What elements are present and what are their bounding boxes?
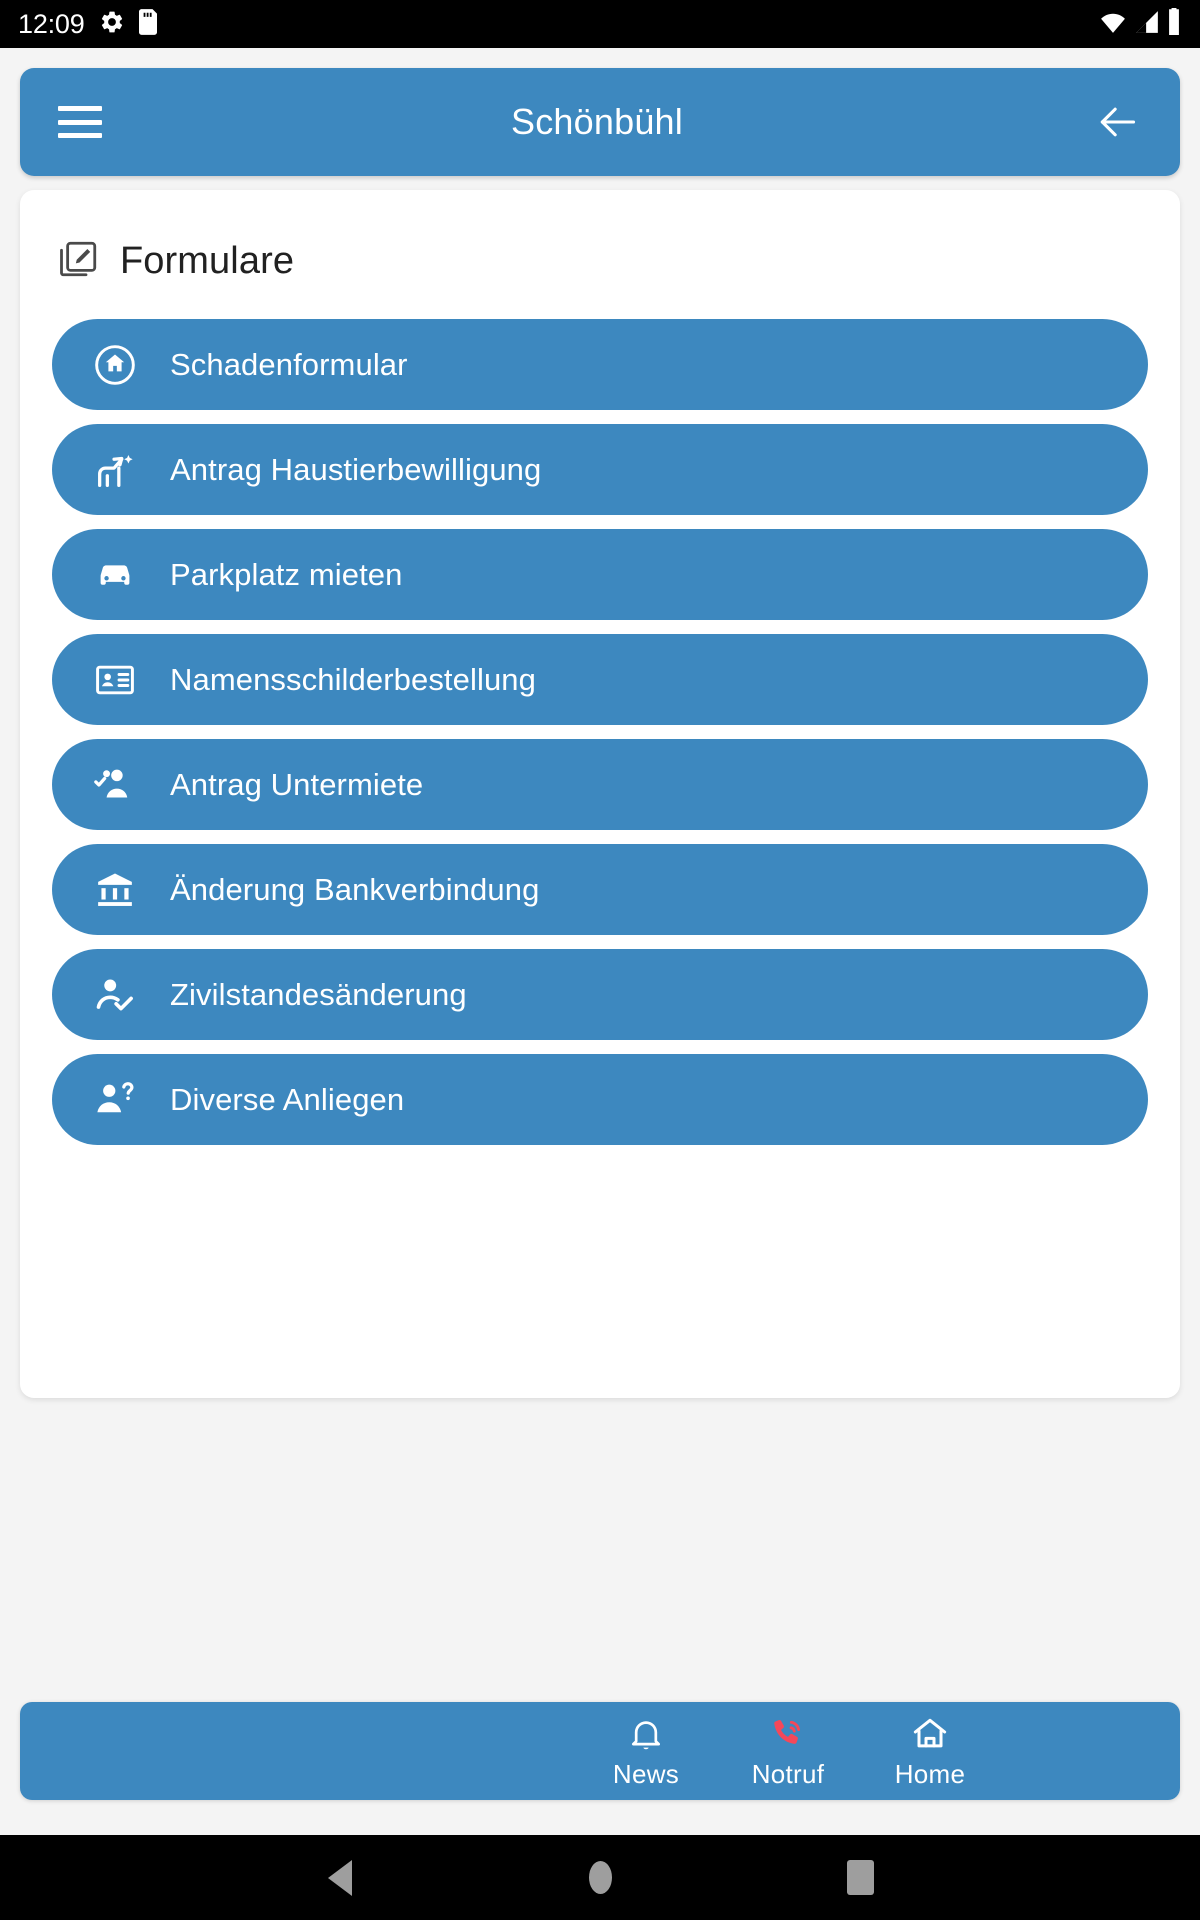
form-button-schadenformular[interactable]: Schadenformular: [52, 319, 1148, 410]
edit-square-icon: [58, 238, 100, 285]
form-button-diverse-anliegen[interactable]: Diverse Anliegen: [52, 1054, 1148, 1145]
house-icon: [910, 1713, 950, 1755]
bottom-nav-item-notruf[interactable]: Notruf: [717, 1713, 859, 1790]
group-check-icon: [92, 762, 138, 808]
pets-dog-icon: [92, 447, 138, 493]
section-header: Formulare: [20, 190, 1180, 285]
hamburger-menu-icon[interactable]: [58, 106, 102, 138]
system-home-button[interactable]: [470, 1861, 730, 1894]
car-icon: [92, 552, 138, 598]
sd-card-icon: [138, 8, 157, 40]
bottom-navigation-bar: News Notruf Home: [20, 1702, 1180, 1800]
home-circle-icon: [588, 1861, 612, 1894]
form-button-label: Zivilstandesänderung: [170, 976, 467, 1012]
system-recents-button[interactable]: [730, 1860, 990, 1895]
app-header: Schönbühl: [20, 68, 1180, 176]
person-check-icon: [92, 972, 138, 1018]
bottom-nav-label: News: [612, 1758, 680, 1789]
bottom-nav-item-home[interactable]: Home: [859, 1713, 1001, 1790]
bottom-nav-label: Notruf: [751, 1758, 825, 1789]
home-circle-icon: [92, 342, 138, 388]
bottom-nav-label: Home: [894, 1758, 966, 1789]
signal-icon: [1134, 9, 1160, 40]
form-button-label: Diverse Anliegen: [170, 1081, 405, 1117]
page-title: Schönbühl: [511, 101, 683, 142]
form-button-antrag-untermiete[interactable]: Antrag Untermiete: [52, 739, 1148, 830]
system-back-button[interactable]: [210, 1859, 470, 1896]
form-button-zivilstandesaenderung[interactable]: Zivilstandesänderung: [52, 949, 1148, 1040]
status-bar-clock: 12:09: [18, 8, 85, 39]
form-button-label: Schadenformular: [170, 346, 408, 382]
bank-icon: [92, 867, 138, 913]
bell-icon: [627, 1713, 665, 1755]
bottom-nav-item-news[interactable]: News: [575, 1713, 717, 1790]
status-bar-left: 12:09: [18, 9, 157, 40]
form-button-namensschilderbestellung[interactable]: Namensschilderbestellung: [52, 634, 1148, 725]
form-button-label: Änderung Bankverbindung: [170, 871, 540, 907]
form-button-label: Namensschilderbestellung: [170, 661, 536, 697]
status-bar-right: [1098, 8, 1182, 40]
form-button-label: Antrag Untermiete: [170, 766, 424, 802]
form-button-bankverbindung[interactable]: Änderung Bankverbindung: [52, 844, 1148, 935]
form-button-label: Parkplatz mieten: [170, 556, 403, 592]
section-title: Formulare: [120, 240, 295, 282]
gear-icon: [99, 9, 125, 40]
back-triangle-icon: [328, 1859, 352, 1896]
phone-call-icon: [769, 1713, 807, 1755]
id-badge-icon: [92, 657, 138, 703]
battery-icon: [1166, 8, 1182, 40]
recents-square-icon: [846, 1860, 874, 1895]
status-bar: 12:09: [0, 0, 1200, 48]
form-button-label: Antrag Haustierbewilligung: [170, 451, 542, 487]
forms-list: Schadenformular Antrag Haustierbewilligu…: [20, 285, 1180, 1145]
form-button-haustierbewilligung[interactable]: Antrag Haustierbewilligung: [52, 424, 1148, 515]
form-button-parkplatz-mieten[interactable]: Parkplatz mieten: [52, 529, 1148, 620]
arrow-left-icon[interactable]: [1092, 100, 1142, 144]
forms-card: Formulare Schadenformular Antrag Haustie…: [20, 190, 1180, 1398]
system-navigation-bar: [0, 1835, 1200, 1920]
wifi-icon: [1098, 9, 1128, 40]
person-question-icon: [92, 1077, 138, 1123]
